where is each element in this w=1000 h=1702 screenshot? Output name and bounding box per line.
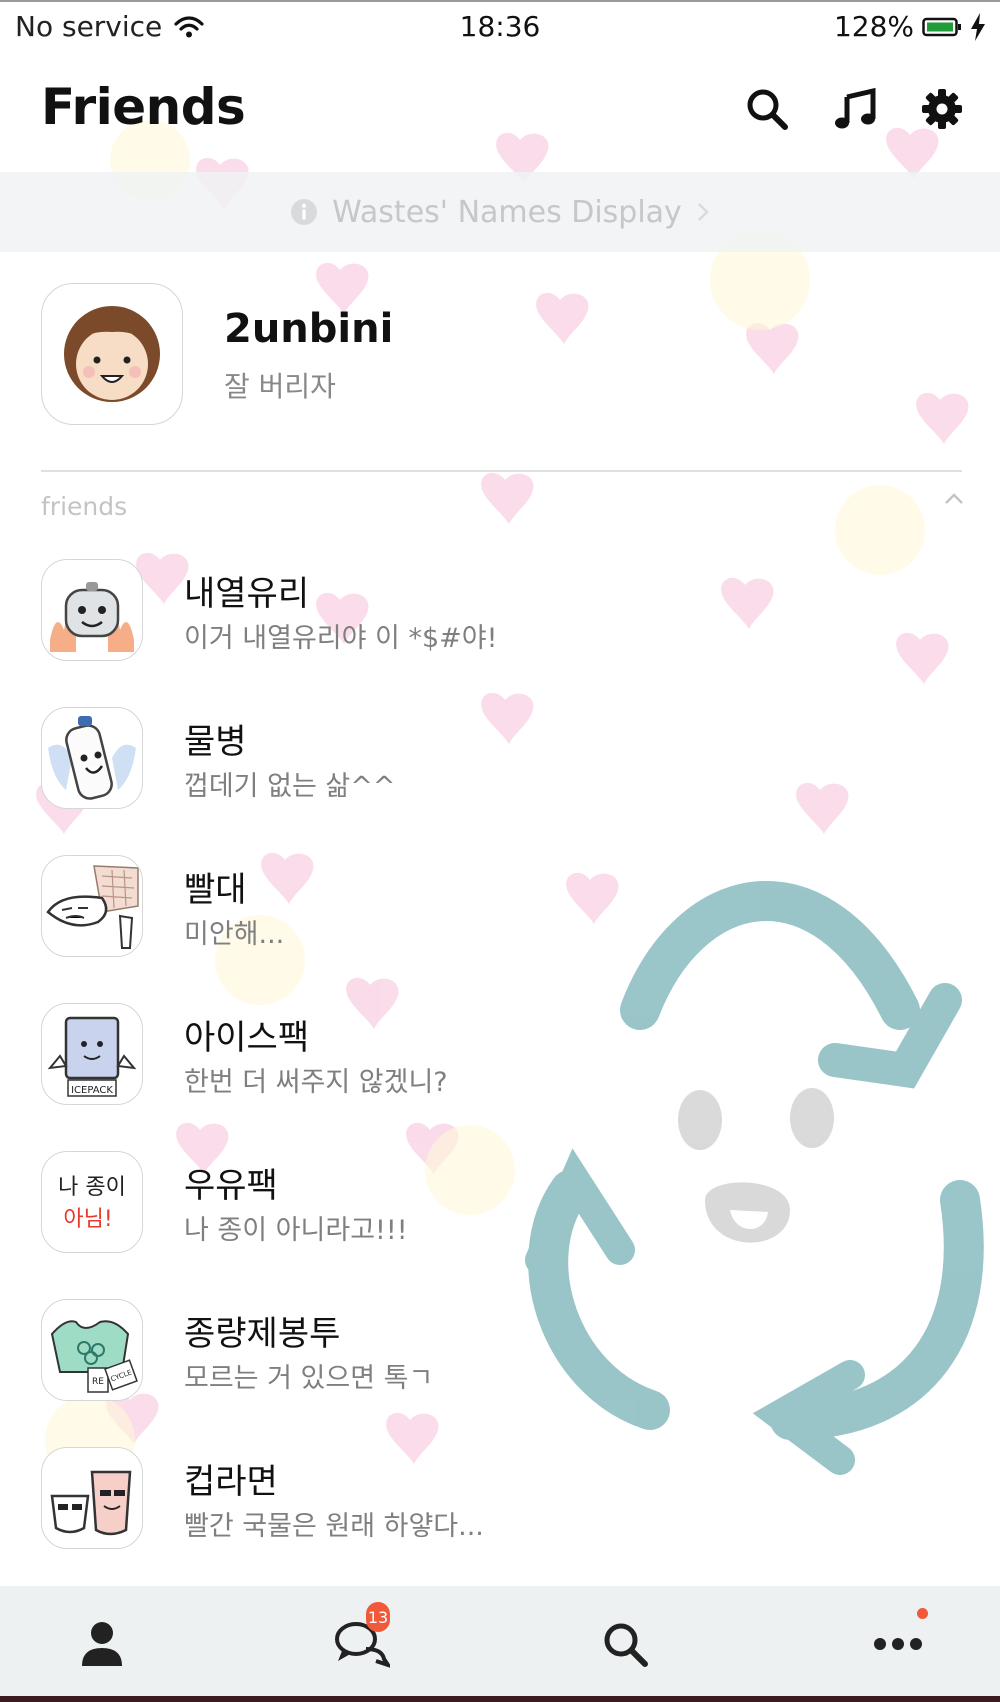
my-avatar[interactable] bbox=[41, 283, 183, 425]
music-note-icon[interactable] bbox=[830, 84, 880, 134]
person-icon bbox=[82, 1622, 122, 1666]
friend-row[interactable]: ICEPACK 아이스팩 한번 더 써주지 않겠니? bbox=[0, 996, 1000, 1144]
tab-more[interactable] bbox=[866, 1608, 930, 1676]
header: Friends bbox=[0, 60, 1000, 170]
friend-avatar[interactable]: RE CYCLE bbox=[41, 1299, 143, 1401]
friend-row[interactable]: 빨대 미안해... bbox=[0, 848, 1000, 996]
tab-chats[interactable]: 13 bbox=[330, 1602, 394, 1676]
friend-name: 우유팩 bbox=[184, 1166, 278, 1206]
chevron-right-icon bbox=[697, 203, 709, 221]
friend-row[interactable]: 물병 껍데기 없는 삶^^ bbox=[0, 700, 1000, 848]
battery-percent: 128% bbox=[833, 10, 914, 43]
friends-list: 내열유리 이거 내열유리야 이 *$#야! 물병 껍데기 없는 삶^^ 빨대 미… bbox=[0, 552, 1000, 1588]
more-notification-dot bbox=[917, 1608, 928, 1619]
my-profile-name: 2unbini bbox=[224, 306, 394, 352]
icepack-label: ICEPACK bbox=[71, 1085, 113, 1096]
info-icon bbox=[291, 199, 318, 225]
friend-name: 물병 bbox=[184, 722, 247, 762]
friend-name: 아이스팩 bbox=[184, 1018, 310, 1058]
friend-row[interactable]: RE CYCLE 종량제봉투 모르는 거 있으면 톡ㄱ bbox=[0, 1292, 1000, 1440]
friends-section-label: friends bbox=[41, 492, 128, 521]
friend-status-message: 나 종이 아니라고!!! bbox=[184, 1215, 408, 1246]
my-profile[interactable]: 2unbini 잘 버리자 bbox=[0, 262, 1000, 442]
friend-status-message: 이거 내열유리야 이 *$#야! bbox=[184, 623, 498, 654]
friend-avatar[interactable] bbox=[41, 707, 143, 809]
friend-avatar[interactable]: 나 종이 아님! bbox=[41, 1151, 143, 1253]
friend-status-message: 빨간 국물은 원래 하얗다... bbox=[184, 1511, 484, 1542]
search-icon bbox=[604, 1623, 648, 1667]
app-screen: No service 18:36 128% Friends Wastes' Na… bbox=[0, 0, 1000, 1702]
friend-row[interactable]: 내열유리 이거 내열유리야 이 *$#야! bbox=[0, 552, 1000, 700]
friend-name: 컵라면 bbox=[184, 1462, 278, 1502]
friend-avatar[interactable] bbox=[41, 855, 143, 957]
friend-name: 내열유리 bbox=[184, 574, 310, 614]
bottom-tab-bar: 13 bbox=[0, 1586, 1000, 1702]
friend-status-message: 한번 더 써주지 않겠니? bbox=[184, 1067, 448, 1098]
friend-row[interactable]: 컵라면 빨간 국물은 원래 하얗다... bbox=[0, 1440, 1000, 1588]
friend-name: 빨대 bbox=[184, 870, 247, 910]
recycle-tag-1: RE bbox=[92, 1377, 104, 1387]
friend-status-message: 미안해... bbox=[184, 919, 285, 950]
page-title: Friends bbox=[41, 78, 246, 136]
banner-text: Wastes' Names Display bbox=[332, 194, 682, 230]
friend-row[interactable]: 나 종이 아님! 우유팩 나 종이 아니라고!!! bbox=[0, 1144, 1000, 1292]
divider bbox=[41, 470, 962, 472]
friend-avatar[interactable]: ICEPACK bbox=[41, 1003, 143, 1105]
charging-bolt-icon bbox=[971, 12, 985, 41]
milkpack-text-1: 나 종이 bbox=[58, 1175, 126, 1200]
my-status-message: 잘 버리자 bbox=[224, 370, 336, 403]
friend-avatar[interactable] bbox=[41, 1447, 143, 1549]
tab-search[interactable] bbox=[593, 1612, 657, 1676]
tab-friends[interactable] bbox=[70, 1612, 134, 1676]
status-bar: No service 18:36 128% bbox=[0, 2, 1000, 54]
gear-icon[interactable] bbox=[917, 84, 967, 134]
more-icon bbox=[874, 1638, 922, 1650]
milkpack-text-2: 아님! bbox=[63, 1207, 112, 1232]
friend-status-message: 모르는 거 있으면 톡ㄱ bbox=[184, 1363, 434, 1394]
status-right: 128% bbox=[834, 10, 986, 43]
battery-icon bbox=[922, 17, 961, 36]
friend-avatar[interactable] bbox=[41, 559, 143, 661]
friend-name: 종량제봉투 bbox=[184, 1314, 341, 1354]
friend-status-message: 껍데기 없는 삶^^ bbox=[184, 771, 396, 802]
bottom-edge bbox=[0, 1696, 1000, 1702]
chevron-up-icon[interactable] bbox=[944, 492, 964, 506]
names-display-banner[interactable]: Wastes' Names Display bbox=[0, 172, 1000, 252]
chat-badge: 13 bbox=[366, 1602, 390, 1632]
search-icon[interactable] bbox=[742, 84, 792, 134]
